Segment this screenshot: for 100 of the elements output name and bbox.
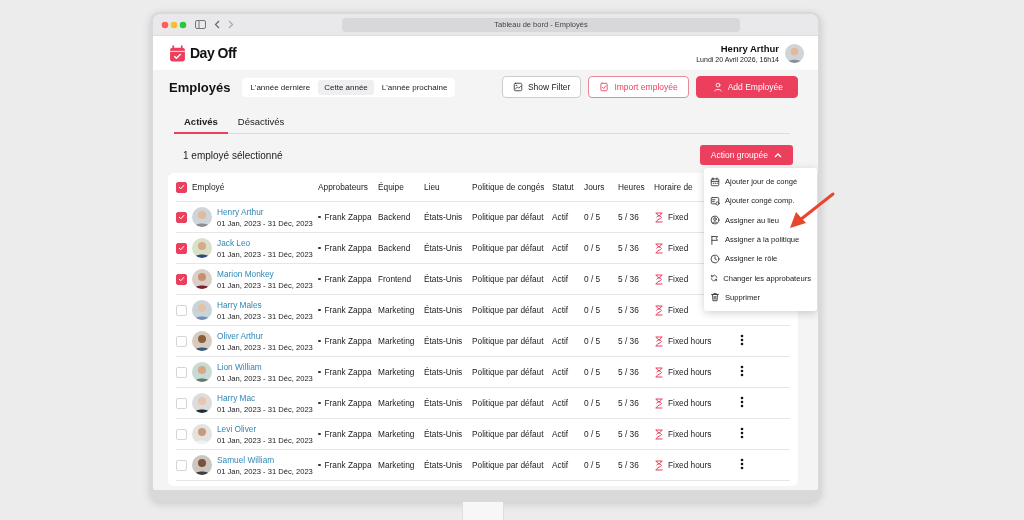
- avatar: [192, 393, 212, 413]
- avatar: [192, 269, 212, 289]
- table-cell: Fixed hours: [668, 429, 712, 439]
- employee-name-link[interactable]: Jack Leo: [217, 237, 313, 248]
- table-cell: Frank Zappa: [324, 336, 372, 346]
- table-cell: Frank Zappa: [324, 274, 372, 284]
- employee-name-link[interactable]: Lion William: [217, 361, 313, 372]
- table-cell-text: Politique par défaut: [472, 429, 545, 439]
- employee-name-link[interactable]: Levi Oliver: [217, 423, 313, 434]
- table-cell: Fixed hours: [668, 398, 712, 408]
- checkbox[interactable]: [176, 273, 187, 285]
- tab[interactable]: Désactivés: [227, 110, 295, 134]
- table-cell-text: États-Unis: [424, 398, 464, 408]
- more-options-icon[interactable]: [740, 334, 744, 346]
- employee-name-link[interactable]: Harry Males: [217, 299, 313, 310]
- avatar: [192, 207, 212, 227]
- bulk-action-button[interactable]: Action groupée: [699, 145, 793, 165]
- table-cell: Frank Zappa: [324, 398, 372, 408]
- show-filter-button[interactable]: Show Filter: [501, 76, 582, 98]
- table-cell-text: Politique par défaut: [472, 367, 545, 377]
- table-cell-text: Backend: [378, 212, 412, 222]
- employee-name-link[interactable]: Marion Monkey: [217, 268, 313, 279]
- table-cell-text: 5 / 36: [618, 367, 640, 377]
- employee-name-link[interactable]: Samuel William: [217, 454, 313, 465]
- add-employee-button[interactable]: Add Employée: [695, 76, 798, 98]
- employee-name-link[interactable]: Henry Arthur: [217, 206, 313, 217]
- bullet-icon: [318, 246, 321, 250]
- table-cell-text: Marketing: [378, 429, 416, 439]
- window-controls-icon[interactable]: [161, 20, 187, 29]
- table-cell-text: Frontend: [378, 274, 413, 284]
- table-cell-text: États-Unis: [424, 274, 464, 284]
- more-options-icon[interactable]: [740, 396, 744, 408]
- table-cell-text: Marketing: [378, 305, 416, 315]
- table-cell-text: 5 / 36: [618, 398, 640, 408]
- check-icon: [178, 276, 185, 282]
- employee-name-link[interactable]: Harry Mac: [217, 392, 313, 403]
- document-check-icon: [599, 82, 610, 92]
- column-header: Équipe: [378, 182, 405, 192]
- checkbox[interactable]: [176, 181, 187, 193]
- table-cell: Fixed: [668, 274, 689, 284]
- hourglass-icon: [654, 211, 664, 223]
- table-cell-text: 5 / 36: [618, 460, 640, 470]
- table-cell-text: 0 / 5: [584, 460, 602, 470]
- check-icon: [178, 184, 185, 190]
- bullet-icon: [318, 308, 321, 312]
- table-cell-text: 0 / 5: [584, 305, 602, 315]
- tab[interactable]: Activés: [174, 110, 228, 134]
- table-cell-text: États-Unis: [424, 336, 464, 346]
- table-cell-text: États-Unis: [424, 212, 464, 222]
- check-icon: [178, 214, 185, 220]
- avatar: [192, 455, 212, 475]
- more-options-icon[interactable]: [740, 458, 744, 470]
- column-header: Lieu: [424, 182, 441, 192]
- avatar: [192, 300, 212, 320]
- table-cell: Frank Zappa: [324, 305, 372, 315]
- bullet-icon: [318, 215, 321, 219]
- page-title: Employés: [169, 79, 231, 95]
- column-header: Jours: [584, 182, 606, 192]
- image-card-icon: [710, 195, 720, 206]
- calendar-icon: [710, 176, 720, 187]
- table-cell-text: États-Unis: [424, 243, 464, 253]
- employee-name-link[interactable]: Oliver Arthur: [217, 330, 313, 341]
- year-filter-tab[interactable]: Cette année: [318, 79, 374, 95]
- user-icon: [712, 82, 723, 92]
- table-cell: Fixed hours: [668, 367, 712, 377]
- table-cell-text: Politique par défaut: [472, 398, 545, 408]
- table-cell-text: Actif: [552, 367, 570, 377]
- column-header: Approbateurs: [318, 182, 369, 192]
- user-name: Henry Arthur: [719, 43, 779, 54]
- table-cell-text: États-Unis: [424, 367, 464, 377]
- table-cell: Frank Zappa: [324, 243, 372, 253]
- year-filter-tab[interactable]: L'année prochaine: [375, 79, 454, 95]
- person-circle-icon: [710, 215, 720, 226]
- table-cell-text: 5 / 36: [618, 305, 640, 315]
- avatar: [785, 43, 804, 63]
- checkbox[interactable]: [176, 211, 187, 223]
- table-cell-text: Politique par défaut: [472, 305, 545, 315]
- table-cell: Fixed: [668, 212, 689, 222]
- column-header: Statut: [552, 182, 575, 192]
- table-cell-text: États-Unis: [424, 305, 464, 315]
- more-options-icon[interactable]: [740, 365, 744, 377]
- import-button[interactable]: Import employée: [588, 76, 689, 98]
- table-cell-text: Actif: [552, 243, 570, 253]
- table-cell: Fixed hours: [668, 460, 712, 470]
- table-cell: Fixed hours: [668, 336, 712, 346]
- hourglass-icon: [654, 242, 664, 254]
- more-options-icon[interactable]: [740, 427, 744, 439]
- checkbox[interactable]: [176, 242, 187, 254]
- table-cell-text: 0 / 5: [584, 367, 602, 377]
- image-icon: [512, 82, 523, 92]
- table-cell-text: 0 / 5: [584, 398, 602, 408]
- trash-icon: [710, 292, 720, 303]
- year-filter-tab[interactable]: L'année dernière: [244, 79, 317, 95]
- bullet-icon: [318, 432, 321, 436]
- calendar-logo-icon: [169, 44, 186, 62]
- table-cell-text: Marketing: [378, 367, 416, 377]
- bullet-icon: [318, 277, 321, 281]
- sidebar-icon[interactable]: [195, 20, 206, 29]
- flag-icon: [710, 234, 720, 245]
- back-icon[interactable]: [214, 20, 220, 29]
